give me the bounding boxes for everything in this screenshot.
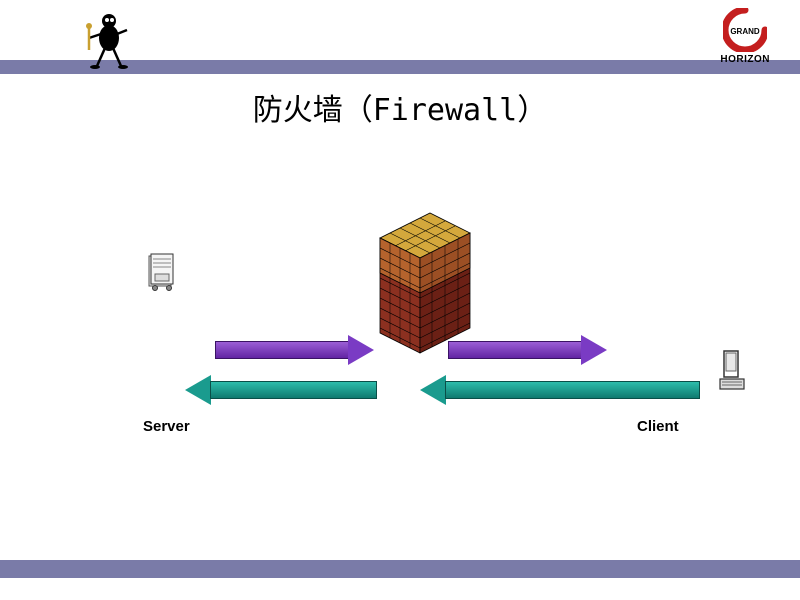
arrow-response-left xyxy=(185,375,377,405)
bottom-bar xyxy=(0,560,800,578)
client-icon xyxy=(718,349,748,398)
client-label: Client xyxy=(637,418,679,435)
brand-logo: GRAND HORIZON xyxy=(720,8,770,65)
server-icon xyxy=(145,252,181,299)
logo-bottom-text: HORIZON xyxy=(720,54,770,65)
arrow-request-right xyxy=(448,335,608,365)
slide-title: 防火墙（Firewall） xyxy=(0,85,800,129)
server-label: Server xyxy=(143,418,190,435)
arrow-response-right xyxy=(420,375,700,405)
mascot-icon xyxy=(75,8,135,68)
logo-inner-text: GRAND xyxy=(731,27,761,36)
arrow-request-left xyxy=(215,335,375,365)
